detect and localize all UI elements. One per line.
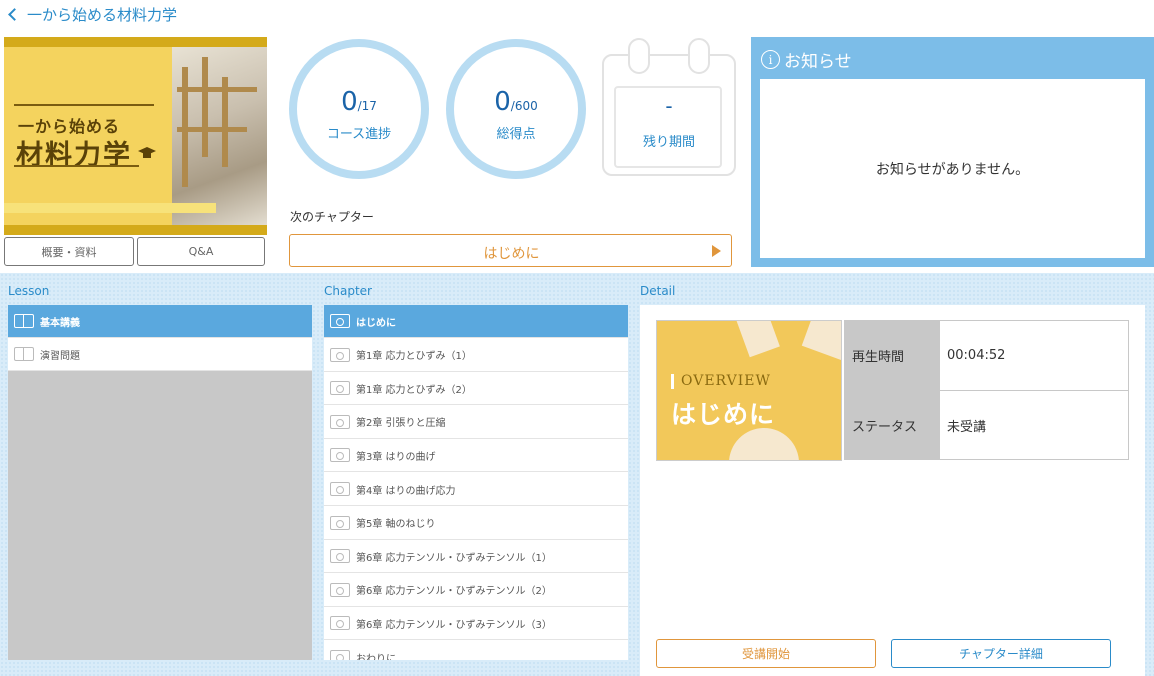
chapter-item[interactable]: おわりに (324, 641, 628, 660)
video-icon (330, 650, 350, 660)
qa-button[interactable]: Q&A (137, 237, 265, 266)
lesson-item-label: 演習問題 (40, 350, 80, 362)
video-icon (330, 381, 350, 396)
lesson-item-label: 基本講義 (40, 317, 80, 329)
back-link[interactable]: 一から始める材料力学 (6, 4, 177, 24)
status-value: 未受講 (947, 420, 987, 435)
remaining-period-label: 残り期間 (642, 135, 695, 150)
graduation-cap-icon (138, 147, 156, 158)
total-score-label: 総得点 (496, 127, 536, 142)
cover-band-bottom (4, 225, 267, 235)
calendar-ring (688, 38, 710, 74)
chapter-item-label: 第6章 応力テンソル・ひずみテンソル（3） (356, 619, 552, 631)
calendar-ring (628, 38, 650, 74)
notice-title: お知らせ (784, 52, 852, 72)
thumbnail-shape (801, 321, 841, 361)
next-chapter-button[interactable]: はじめに (289, 234, 732, 267)
chapter-item-label: おわりに (356, 653, 396, 661)
chapter-item-label: 第1章 応力とひずみ（2） (356, 384, 472, 396)
thumbnail-bar (671, 374, 674, 389)
book-icon (14, 314, 34, 328)
duration-key: 再生時間 (845, 321, 940, 390)
course-progress-ring: 0/17 コース進捗 (289, 39, 429, 179)
chapter-item[interactable]: はじめに (324, 305, 628, 338)
video-icon (330, 549, 350, 564)
cover-strip (4, 203, 216, 213)
calendar-icon: - 残り期間 (602, 38, 736, 176)
chapter-heading: Chapter (324, 284, 372, 298)
thumbnail-overview-text: OVERVIEW (681, 373, 771, 389)
video-icon (330, 414, 350, 429)
chapter-item-label: 第6章 応力テンソル・ひずみテンソル（1） (356, 552, 552, 564)
course-progress-label: コース進捗 (326, 127, 392, 142)
overview-button[interactable]: 概要・資料 (4, 237, 134, 266)
detail-heading: Detail (640, 284, 676, 298)
video-icon (330, 482, 350, 496)
chapter-detail-button[interactable]: チャプター詳細 (891, 639, 1111, 668)
remaining-period-value: - (665, 94, 673, 118)
chapter-item[interactable]: 第6章 応力テンソル・ひずみテンソル（1） (324, 540, 628, 574)
thumbnail-title: はじめに (671, 400, 776, 429)
chapter-item-label: はじめに (356, 317, 396, 329)
book-icon (14, 347, 34, 361)
chapter-item[interactable]: 第3章 はりの曲げ (324, 439, 628, 473)
chapter-item-label: 第5章 軸のねじり (356, 519, 436, 531)
chapter-item-label: 第2章 引張りと圧縮 (356, 418, 446, 430)
chapter-item[interactable]: 第4章 はりの曲げ応力 (324, 473, 628, 506)
course-cover-image: 一から始める 材料力学 (4, 37, 267, 235)
chapter-item-label: 第4章 はりの曲げ応力 (356, 485, 456, 497)
next-chapter-label: 次のチャプター (290, 210, 374, 224)
course-content-area: Lesson Chapter Detail 基本講義 演習問題 はじめに 第1章… (0, 273, 1154, 676)
chapter-thumbnail: OVERVIEW はじめに (656, 320, 842, 461)
video-icon (330, 515, 350, 530)
lesson-list: 基本講義 演習問題 (8, 305, 312, 660)
chapter-item-label: 第1章 応力とひずみ（1） (356, 351, 472, 363)
chapter-item-label: 第6章 応力テンソル・ひずみテンソル（2） (356, 586, 552, 598)
chapter-item[interactable]: 第6章 応力テンソル・ひずみテンソル（3） (324, 607, 628, 641)
video-icon (330, 616, 350, 631)
video-icon (330, 448, 350, 463)
total-score-value: 0/600 (494, 87, 538, 117)
video-icon (330, 314, 350, 328)
duration-value: 00:04:52 (947, 348, 1006, 363)
status-key: ステータス (845, 391, 940, 460)
chapter-item-label: 第3章 はりの曲げ (356, 451, 436, 463)
total-score-ring: 0/600 総得点 (446, 39, 586, 179)
chapter-item[interactable]: 第6章 応力テンソル・ひずみテンソル（2） (324, 573, 628, 607)
cover-rule (14, 104, 154, 106)
chevron-left-icon (8, 7, 21, 21)
play-arrow-icon (712, 245, 721, 257)
detail-panel: OVERVIEW はじめに 再生時間 00:04:52 ステータス 未受講 受講… (640, 305, 1145, 676)
course-title: 一から始める材料力学 (27, 5, 178, 24)
thumbnail-shape (736, 321, 780, 358)
next-chapter-button-label: はじめに (483, 246, 540, 262)
chapter-item[interactable]: 第1章 応力とひずみ（2） (324, 372, 628, 406)
notice-header: i お知らせ (761, 47, 852, 72)
notice-message: お知らせがありません。 (875, 162, 1030, 178)
notice-panel: i お知らせ お知らせがありません。 (751, 37, 1154, 267)
chapter-item[interactable]: 第1章 応力とひずみ（1） (324, 338, 628, 372)
notice-box: お知らせがありません。 (760, 79, 1145, 258)
cover-photo (172, 47, 267, 225)
chapter-list[interactable]: はじめに 第1章 応力とひずみ（1） 第1章 応力とひずみ（2） 第2章 引張り… (324, 305, 628, 660)
chapter-item[interactable]: 第5章 軸のねじり (324, 506, 628, 540)
info-icon: i (761, 50, 780, 69)
lesson-item-basic[interactable]: 基本講義 (8, 305, 312, 338)
start-lesson-button[interactable]: 受講開始 (656, 639, 876, 668)
course-progress-value: 0/17 (341, 87, 377, 117)
chapter-item[interactable]: 第2章 引張りと圧縮 (324, 405, 628, 439)
lesson-item-exercise[interactable]: 演習問題 (8, 338, 312, 371)
video-icon (330, 347, 350, 362)
cover-band-top (4, 37, 267, 47)
lesson-heading: Lesson (8, 284, 50, 298)
detail-info-table: 再生時間 00:04:52 ステータス 未受講 (844, 320, 1129, 460)
video-icon (330, 582, 350, 597)
thumbnail-shape (729, 428, 799, 460)
cover-rule (14, 165, 139, 167)
